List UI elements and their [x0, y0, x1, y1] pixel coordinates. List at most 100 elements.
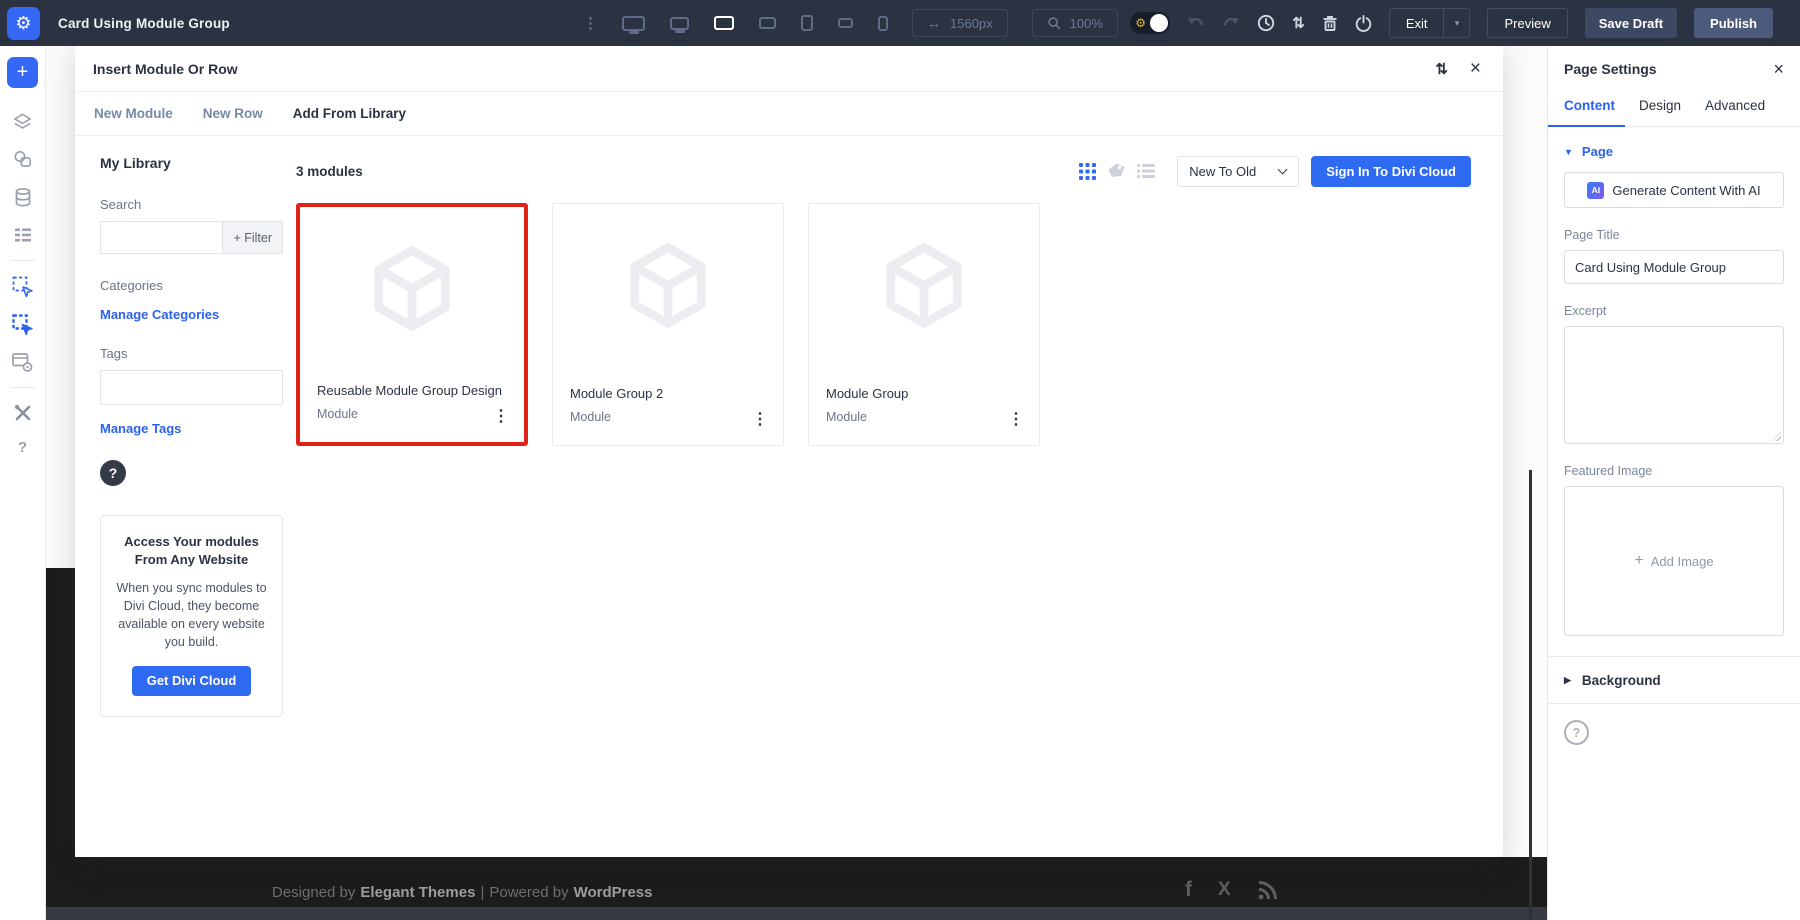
module-card-type: Module — [570, 410, 611, 424]
list-view-icon[interactable] — [1137, 163, 1155, 179]
more-options-icon[interactable]: ⋮ — [583, 14, 598, 32]
library-help-icon[interactable]: ? — [100, 460, 126, 486]
search-input[interactable] — [101, 222, 222, 253]
power-icon[interactable] — [1355, 15, 1372, 32]
list-settings-icon[interactable] — [11, 223, 35, 247]
layers-icon[interactable] — [11, 109, 35, 133]
page-settings-gear-button[interactable]: ⚙ — [7, 7, 40, 40]
phone-landscape-icon[interactable] — [838, 18, 853, 28]
save-draft-button[interactable]: Save Draft — [1585, 8, 1677, 38]
background-section-toggle[interactable]: ▶ Background — [1564, 657, 1784, 703]
module-card-title: Reusable Module Group Design — [317, 383, 502, 398]
featured-image-box[interactable]: + Add Image — [1564, 486, 1784, 636]
load-from-library-icon[interactable] — [11, 312, 35, 336]
phone-portrait-icon[interactable] — [878, 16, 888, 31]
tab-add-from-library[interactable]: Add From Library — [293, 106, 406, 121]
sign-in-divi-cloud-button[interactable]: Sign In To Divi Cloud — [1311, 156, 1471, 187]
save-to-library-icon[interactable] — [11, 274, 35, 298]
generate-content-ai-button[interactable]: AI Generate Content With AI — [1564, 172, 1784, 208]
redo-icon[interactable] — [1222, 16, 1240, 31]
module-card-selected[interactable]: Reusable Module Group Design Module ⋮ — [296, 203, 528, 446]
add-module-button[interactable]: + — [7, 57, 38, 88]
ai-button-label: Generate Content With AI — [1612, 183, 1760, 198]
shapes-icon[interactable] — [11, 147, 35, 171]
zoom-control[interactable]: 100% — [1032, 9, 1118, 37]
close-icon[interactable]: × — [1470, 59, 1481, 78]
card-menu-icon[interactable]: ⋮ — [752, 409, 768, 429]
history-icon[interactable] — [1257, 14, 1275, 32]
page-settings-panel-icon[interactable] — [11, 350, 35, 374]
excerpt-label: Excerpt — [1564, 304, 1784, 318]
tablet-portrait-icon[interactable] — [801, 15, 813, 31]
sun-gear-icon: ⚙ — [1135, 15, 1146, 31]
elegant-themes-link[interactable]: Elegant Themes — [360, 884, 475, 901]
page-section-toggle[interactable]: ▼ Page — [1564, 144, 1784, 159]
exit-dropdown-caret[interactable]: ▾ — [1443, 9, 1469, 37]
desktop-wide-icon[interactable] — [622, 16, 645, 31]
categories-label: Categories — [100, 278, 281, 293]
desktop-icon[interactable] — [670, 17, 689, 30]
undo-icon[interactable] — [1187, 16, 1205, 31]
panel-help-icon[interactable]: ? — [1564, 720, 1589, 745]
tab-new-module[interactable]: New Module — [94, 106, 173, 121]
grid-view-icon[interactable] — [1079, 163, 1096, 180]
gear-icon: ⚙ — [15, 13, 31, 34]
laptop-icon[interactable] — [714, 16, 734, 30]
tab-advanced[interactable]: Advanced — [1705, 98, 1765, 126]
manage-tags-link[interactable]: Manage Tags — [100, 421, 281, 436]
get-divi-cloud-button[interactable]: Get Divi Cloud — [132, 666, 252, 696]
tab-design[interactable]: Design — [1639, 98, 1681, 126]
search-label: Search — [100, 197, 281, 212]
credits-text: Powered by — [489, 884, 568, 901]
excerpt-textarea[interactable] — [1564, 326, 1784, 444]
main-toolbar: ⚙ Card Using Module Group ⋮ ↔ 1560px 100… — [0, 0, 1800, 46]
page-title-input[interactable] — [1564, 250, 1784, 284]
modal-header: Insert Module Or Row ⇅ × — [75, 46, 1503, 92]
portability-icon[interactable]: ⇅ — [1292, 14, 1305, 32]
close-icon[interactable]: × — [1773, 60, 1784, 78]
database-icon[interactable] — [11, 185, 35, 209]
builder-canvas: Designed by Elegant Themes | Powered by … — [46, 46, 1547, 920]
wordpress-link[interactable]: WordPress — [574, 884, 653, 901]
panel-title: Page Settings — [1564, 61, 1657, 77]
page-title: Card Using Module Group — [58, 16, 230, 31]
publish-button[interactable]: Publish — [1694, 8, 1773, 38]
card-menu-icon[interactable]: ⋮ — [1008, 409, 1024, 429]
divi-cloud-promo: Access Your modules From Any Website Whe… — [100, 515, 283, 717]
promo-title: Access Your modules From Any Website — [113, 533, 270, 568]
help-icon[interactable]: ? — [18, 439, 27, 456]
exit-button[interactable]: Exit — [1390, 9, 1444, 37]
ai-icon: AI — [1587, 182, 1604, 199]
width-arrows-icon: ↔ — [927, 15, 941, 31]
portability-icon[interactable]: ⇅ — [1435, 60, 1448, 78]
tags-input[interactable] — [100, 370, 283, 405]
canvas-width-control[interactable]: ↔ 1560px — [912, 9, 1008, 37]
insert-module-modal: Insert Module Or Row ⇅ × New Module New … — [75, 46, 1503, 857]
preview-button[interactable]: Preview — [1487, 8, 1567, 38]
trash-icon[interactable] — [1322, 15, 1338, 32]
chevron-down-icon — [1278, 164, 1288, 174]
promo-body: When you sync modules to Divi Cloud, the… — [113, 579, 270, 652]
tag-view-icon[interactable] — [1107, 162, 1126, 180]
module-card-type: Module — [826, 410, 867, 424]
device-preview-switcher — [622, 15, 888, 31]
sort-order-select[interactable]: New To Old — [1177, 156, 1299, 187]
rss-icon[interactable] — [1257, 879, 1279, 901]
tablet-landscape-icon[interactable] — [759, 17, 776, 29]
facebook-icon[interactable]: f — [1185, 878, 1192, 902]
tab-new-row[interactable]: New Row — [203, 106, 263, 121]
module-card[interactable]: Module Group 2 Module ⋮ — [552, 203, 784, 446]
tab-content[interactable]: Content — [1564, 98, 1615, 126]
tools-icon[interactable] — [11, 401, 35, 425]
card-menu-icon[interactable]: ⋮ — [493, 406, 509, 426]
x-twitter-icon[interactable]: X — [1218, 879, 1231, 901]
module-card[interactable]: Module Group Module ⋮ — [808, 203, 1040, 446]
builder-mode-toggle[interactable]: ⚙ — [1130, 12, 1170, 34]
featured-image-label: Featured Image — [1564, 464, 1784, 478]
module-cube-icon — [621, 238, 716, 338]
manage-categories-link[interactable]: Manage Categories — [100, 307, 281, 322]
filter-button[interactable]: + Filter — [222, 222, 282, 253]
settings-tabs: Content Design Advanced — [1548, 98, 1800, 127]
module-card-title: Module Group — [826, 386, 908, 401]
canvas-scrollbar[interactable] — [1529, 470, 1532, 920]
